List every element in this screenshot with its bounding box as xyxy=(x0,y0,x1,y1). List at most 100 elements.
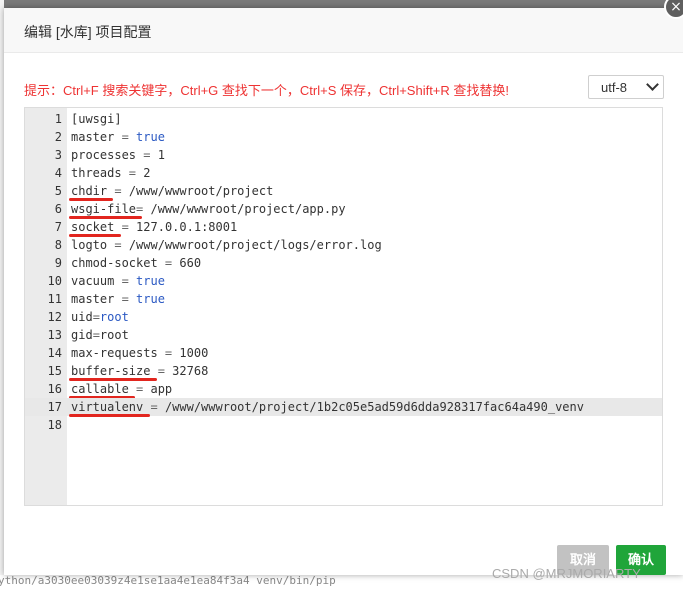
line-number: 13 xyxy=(47,328,62,342)
config-operator: = xyxy=(157,346,180,360)
config-key: socket xyxy=(71,220,115,234)
config-operator: = xyxy=(107,184,129,198)
code-line[interactable]: 14 max-requests = 1000 xyxy=(25,344,662,362)
line-number: 11 xyxy=(47,292,62,306)
line-number: 9 xyxy=(54,256,62,270)
encoding-select[interactable]: utf-8 xyxy=(588,75,664,99)
code-line[interactable]: 13 gid=root xyxy=(25,326,662,344)
config-value: app xyxy=(150,382,173,396)
config-key: threads xyxy=(71,166,122,180)
watermark: CSDN @MRJMORIARTY xyxy=(492,566,641,581)
line-number: 8 xyxy=(54,238,62,252)
config-key: buffer-size xyxy=(71,364,151,378)
config-editor-dialog: 编辑 [水库] 项目配置 提示：Ctrl+F 搜索关键字，Ctrl+G 查找下一… xyxy=(4,8,683,575)
code-text: master = true xyxy=(71,128,165,146)
config-key: max-requests xyxy=(71,346,158,360)
config-operator: = xyxy=(92,328,100,342)
config-value: 660 xyxy=(179,256,202,270)
line-number: 16 xyxy=(47,382,62,396)
config-key: [uwsgi] xyxy=(71,112,122,126)
code-text: max-requests = 1000 xyxy=(71,344,208,362)
line-number: 10 xyxy=(47,274,62,288)
config-value: true xyxy=(136,274,165,288)
code-line[interactable]: 10 vacuum = true xyxy=(25,272,662,290)
config-operator: = xyxy=(107,238,129,252)
code-line[interactable]: 11 master = true xyxy=(25,290,662,308)
config-value: true xyxy=(136,130,165,144)
dialog-title: 编辑 [水库] 项目配置 xyxy=(24,24,152,40)
code-line[interactable]: 9 chmod-socket = 660 xyxy=(25,254,662,272)
code-line[interactable]: 7 socket = 127.0.0.1:8001 xyxy=(25,218,662,236)
config-key: vacuum xyxy=(71,274,115,288)
code-line[interactable]: 8 logto = /www/wwwroot/project/logs/error… xyxy=(25,236,662,254)
line-number: 6 xyxy=(54,202,62,216)
line-number: 1 xyxy=(54,112,62,126)
config-key: virtualenv xyxy=(71,400,144,414)
code-text: chmod-socket = 660 xyxy=(71,254,201,272)
config-key: processes xyxy=(71,148,137,162)
config-key: uid xyxy=(71,310,93,324)
code-text: uid=root xyxy=(71,308,129,326)
config-operator: = xyxy=(136,202,151,216)
config-key: callable xyxy=(71,382,129,396)
config-operator: = xyxy=(92,310,100,324)
code-editor[interactable]: 1 [uwsgi] 2 master = true 3 processes = 1 4 thr… xyxy=(24,107,663,506)
config-key: master xyxy=(71,292,115,306)
config-operator: = xyxy=(143,400,165,414)
line-number: 17 xyxy=(47,400,62,414)
config-operator: = xyxy=(114,292,137,306)
code-text: gid=root xyxy=(71,326,129,344)
line-number: 18 xyxy=(47,418,62,432)
config-value: 2 xyxy=(143,166,151,180)
config-value: root xyxy=(99,328,129,342)
code-line[interactable]: 18 xyxy=(25,416,662,434)
config-operator: = xyxy=(114,130,137,144)
line-number: 15 xyxy=(47,364,62,378)
line-number: 7 xyxy=(54,220,62,234)
config-operator: = xyxy=(114,220,137,234)
encoding-selected-value: utf-8 xyxy=(601,80,628,95)
chevron-down-icon xyxy=(646,78,659,91)
code-text: master = true xyxy=(71,290,165,308)
code-text: logto = /www/wwwroot/project/logs/error.… xyxy=(71,236,382,254)
code-line[interactable]: 1 [uwsgi] xyxy=(25,110,662,128)
config-value: 1 xyxy=(157,148,165,162)
config-value: /www/wwwroot/project xyxy=(128,184,274,198)
shortcut-tip: 提示：Ctrl+F 搜索关键字，Ctrl+G 查找下一个，Ctrl+S 保存，C… xyxy=(24,83,510,98)
code-line[interactable]: 3 processes = 1 xyxy=(25,146,662,164)
code-text: threads = 2 xyxy=(71,164,151,182)
config-operator: = xyxy=(136,148,158,162)
line-number: 2 xyxy=(54,130,62,144)
config-value: 1000 xyxy=(179,346,209,360)
config-key: chdir xyxy=(71,184,108,198)
code-line[interactable]: 5 chdir = /www/wwwroot/project xyxy=(25,182,662,200)
config-key: master xyxy=(71,130,115,144)
line-number: 14 xyxy=(47,346,62,360)
code-line[interactable]: 2 master = true xyxy=(25,128,662,146)
config-value: root xyxy=(99,310,129,324)
config-value: /www/wwwroot/project/app.py xyxy=(150,202,346,216)
line-number: 5 xyxy=(54,184,62,198)
config-key: gid xyxy=(71,328,93,342)
config-value: /www/wwwroot/project/logs/error.log xyxy=(128,238,382,252)
config-operator: = xyxy=(128,382,151,396)
config-operator: = xyxy=(114,274,137,288)
config-value: 32768 xyxy=(172,364,209,378)
background-terminal-text: ython/a3030ee03039z4e1se1aa4e1ea84f3a4 v… xyxy=(0,575,336,587)
config-value: true xyxy=(136,292,165,306)
config-operator: = xyxy=(157,256,180,270)
line-number: 3 xyxy=(54,148,62,162)
config-key: chmod-socket xyxy=(71,256,158,270)
line-number: 4 xyxy=(54,166,62,180)
config-operator: = xyxy=(150,364,173,378)
config-operator: = xyxy=(121,166,144,180)
line-number: 12 xyxy=(47,310,62,324)
code-line[interactable]: 12 uid=root xyxy=(25,308,662,326)
code-text: [uwsgi] xyxy=(71,110,122,128)
config-value: 127.0.0.1:8001 xyxy=(136,220,238,234)
config-value: /www/wwwroot/project/1b2c05e5ad59d6dda92… xyxy=(164,400,584,414)
dialog-header: 编辑 [水库] 项目配置 xyxy=(4,8,683,53)
code-line[interactable]: 4 threads = 2 xyxy=(25,164,662,182)
code-text: vacuum = true xyxy=(71,272,165,290)
config-key: wsgi-file xyxy=(71,202,137,216)
